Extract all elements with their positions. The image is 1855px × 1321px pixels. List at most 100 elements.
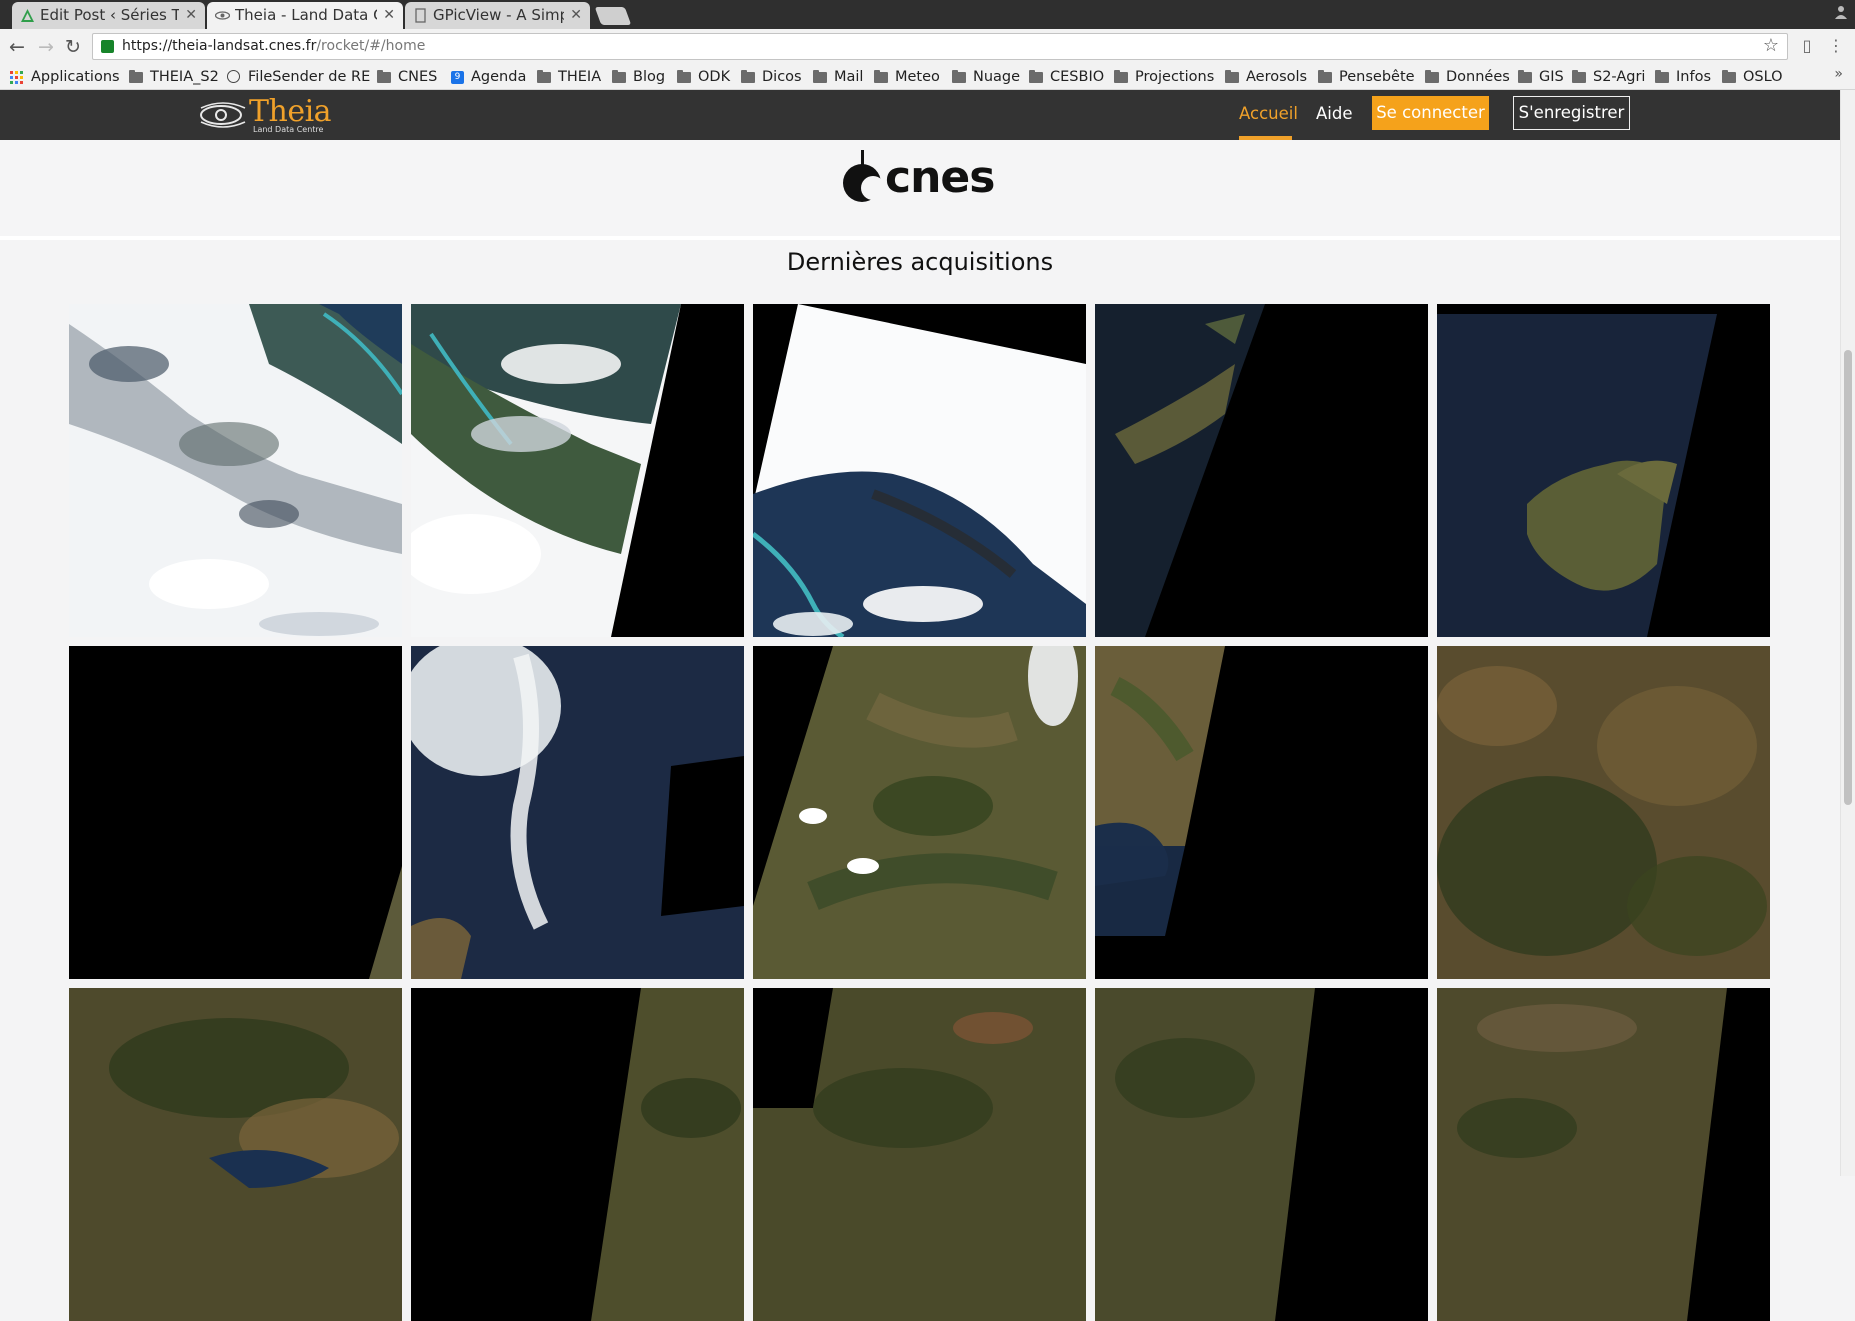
acquisition-thumbnail[interactable] (411, 304, 744, 637)
satellite-image-full-land (1437, 646, 1770, 979)
folder-icon (377, 70, 391, 83)
lock-icon (101, 40, 114, 53)
bookmark-meteo[interactable]: Meteo (874, 67, 940, 87)
bookmark-aerosols[interactable]: Aerosols (1225, 67, 1307, 87)
tab-label: Theia - Land Data C (235, 6, 377, 24)
bookmark-blog[interactable]: Blog (612, 67, 665, 87)
bookmark-gis[interactable]: GIS (1518, 67, 1564, 87)
acquisition-thumbnail[interactable] (753, 646, 1086, 979)
acquisition-thumbnail[interactable] (411, 988, 744, 1321)
bookmark-label: Données (1446, 69, 1510, 85)
close-icon[interactable]: ✕ (570, 2, 582, 29)
acquisition-thumbnail[interactable] (69, 988, 402, 1321)
satellite-image-land-swath-left (753, 646, 1086, 979)
satellite-image-corsica-island-swath (1437, 304, 1770, 637)
bookmarks-bar: Applications THEIA_S2 FileSender de RE C… (0, 65, 1855, 90)
bookmarks-overflow-icon[interactable]: » (1834, 66, 1843, 82)
bookmark-label: Mail (834, 69, 864, 85)
acquisition-thumbnail[interactable] (69, 304, 402, 637)
bookmark-odk[interactable]: ODK (677, 67, 730, 87)
bookmark-oslo[interactable]: OSLO (1722, 67, 1783, 87)
acquisition-thumbnail[interactable] (69, 646, 402, 979)
browser-toolbar: ← → ↻ https://theia-landsat.cnes.fr/rock… (0, 29, 1855, 65)
filesender-icon (227, 70, 240, 83)
back-arrow-icon[interactable]: ← (6, 36, 28, 58)
cnes-logo[interactable]: cnes (843, 150, 997, 208)
satellite-image-cloud-cover-coast (753, 304, 1086, 637)
login-button[interactable]: Se connecter (1372, 96, 1489, 130)
bookmark-theia-s2[interactable]: THEIA_S2 (129, 67, 219, 87)
new-tab-button[interactable] (594, 7, 632, 25)
cnes-emblem-icon (843, 164, 885, 202)
close-icon[interactable]: ✕ (383, 2, 395, 29)
theia-eye-icon (215, 11, 230, 20)
acquisition-thumbnail[interactable] (1437, 988, 1770, 1321)
acquisition-thumbnail[interactable] (411, 646, 744, 979)
bookmark-dicos[interactable]: Dicos (741, 67, 802, 87)
bookmark-nuage[interactable]: Nuage (952, 67, 1020, 87)
satellite-image-land-swath-right (1095, 988, 1428, 1321)
bookmark-donnees[interactable]: Données (1425, 67, 1510, 87)
bookmark-label: GIS (1539, 69, 1564, 85)
bookmark-star-icon[interactable]: ☆ (1763, 35, 1779, 56)
bookmark-infos[interactable]: Infos (1655, 67, 1711, 87)
cnes-emblem-stem (861, 150, 864, 168)
bookmark-applications[interactable]: Applications (10, 67, 120, 87)
bookmark-projections[interactable]: Projections (1114, 67, 1214, 87)
bookmark-label: Agenda (471, 69, 527, 85)
reload-icon[interactable]: ↻ (62, 36, 84, 58)
acquisition-thumbnail[interactable] (753, 988, 1086, 1321)
bookmark-theia[interactable]: THEIA (537, 67, 601, 87)
menu-icon[interactable]: ⋮ (1826, 36, 1846, 56)
tab-edit-post[interactable]: Edit Post ‹ Séries Te ✕ (12, 2, 205, 29)
acquisition-thumbnail[interactable] (1437, 646, 1770, 979)
nav-home[interactable]: Accueil (1239, 102, 1298, 126)
url-host: https://theia-landsat.cnes.fr (122, 38, 317, 54)
register-button[interactable]: S'enregistrer (1513, 96, 1630, 130)
satellite-image-cloudy-coast (69, 304, 402, 637)
folder-icon (677, 70, 691, 83)
acquisition-thumbnail[interactable] (1095, 988, 1428, 1321)
acquisition-thumbnail[interactable] (753, 304, 1086, 637)
bookmark-cesbio[interactable]: CESBIO (1029, 67, 1104, 87)
wordpress-icon (21, 9, 34, 22)
acquisition-thumbnail[interactable] (1437, 304, 1770, 637)
bookmark-pensebete[interactable]: Pensebête (1318, 67, 1415, 87)
tab-gpicview[interactable]: GPicView - A Simple ✕ (405, 2, 590, 29)
theia-logo[interactable]: Theia Land Data Centre (199, 94, 335, 134)
satellite-image-land-coast-swath (1095, 646, 1428, 979)
satellite-image-cloudy-coast-swath-edge (411, 304, 744, 637)
satellite-image-land-swath-right (753, 988, 1086, 1321)
acquisition-thumbnail[interactable] (1095, 646, 1428, 979)
folder-icon (1518, 70, 1532, 83)
bookmark-s2-agri[interactable]: S2-Agri (1572, 67, 1645, 87)
nav-help[interactable]: Aide (1316, 102, 1353, 126)
folder-icon (813, 70, 827, 83)
folder-icon (874, 70, 888, 83)
bookmark-mail[interactable]: Mail (813, 67, 863, 87)
satellite-image-sea-cloud-plume (411, 646, 744, 979)
bookmark-cnes[interactable]: CNES (377, 67, 437, 87)
page-action-icon[interactable]: ▯ (1797, 36, 1817, 56)
tab-theia[interactable]: Theia - Land Data C ✕ (207, 2, 403, 29)
folder-icon (1029, 70, 1043, 83)
acquisition-thumbnail[interactable] (1095, 304, 1428, 637)
forward-arrow-icon[interactable]: → (35, 36, 57, 58)
page-scrollbar[interactable] (1840, 90, 1855, 1176)
bookmark-filesender[interactable]: FileSender de RE (227, 67, 382, 87)
profile-icon[interactable] (1835, 5, 1847, 19)
folder-icon (1722, 70, 1736, 83)
folder-icon (1318, 70, 1332, 83)
folder-icon (952, 70, 966, 83)
scrollbar-thumb[interactable] (1844, 350, 1852, 805)
apps-grid-icon (10, 71, 23, 84)
bookmark-label: Projections (1135, 69, 1215, 85)
address-bar[interactable]: https://theia-landsat.cnes.fr/rocket/#/h… (92, 33, 1788, 60)
browser-tab-strip: Edit Post ‹ Séries Te ✕ Theia - Land Dat… (0, 0, 1855, 29)
bookmark-agenda[interactable]: 9 Agenda (450, 67, 526, 87)
tab-label: Edit Post ‹ Séries Te (40, 6, 179, 24)
bookmark-label: THEIA (558, 69, 602, 85)
bookmark-label: Aerosols (1246, 69, 1308, 85)
folder-icon (1655, 70, 1669, 83)
close-icon[interactable]: ✕ (185, 2, 197, 29)
